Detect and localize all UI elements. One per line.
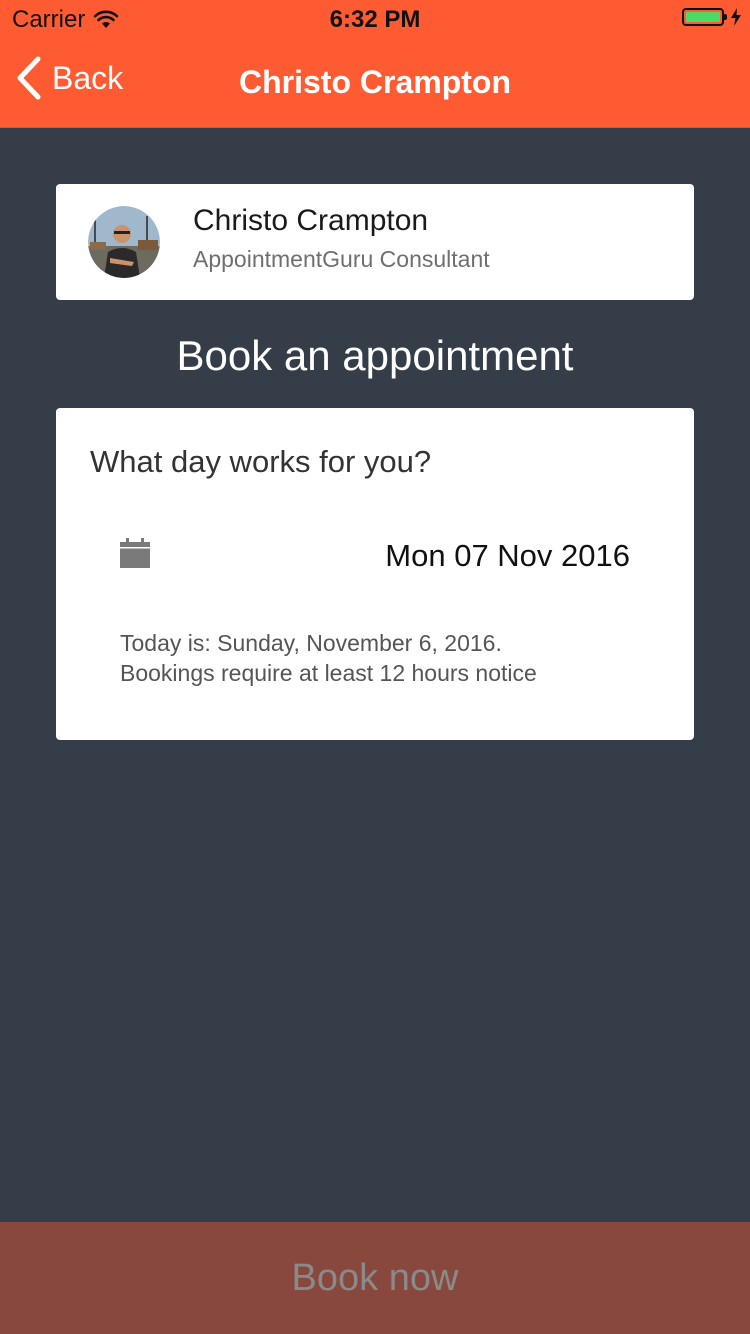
battery-indicator [682,8,742,26]
date-question: What day works for you? [90,444,432,479]
consultant-role: AppointmentGuru Consultant [193,246,490,272]
battery-fill [686,12,720,22]
status-bar: Carrier 6:32 PM [0,0,750,40]
today-note: Today is: Sunday, November 6, 2016. [120,630,502,656]
selected-date: Mon 07 Nov 2016 [385,538,630,573]
calendar-icon [120,538,150,568]
date-picker[interactable]: Mon 07 Nov 2016 [116,532,636,582]
nav-title: Christo Crampton [239,64,511,100]
app-screen: Carrier 6:32 PM Back Christo Crampton Ch… [0,0,750,1334]
book-now-button[interactable]: Book now [0,1222,750,1334]
avatar [88,206,160,278]
consultant-card[interactable]: Christo Crampton AppointmentGuru Consult… [56,184,694,300]
charging-bolt-icon [731,8,741,26]
status-time: 6:32 PM [329,6,421,33]
battery-tip [724,14,727,20]
header: Carrier 6:32 PM Back Christo Crampton [0,0,750,128]
notice-note: Bookings require at least 12 hours notic… [120,660,537,686]
date-card: What day works for you? Mon 07 Nov 2016 … [56,408,694,740]
date-notes: Today is: Sunday, November 6, 2016. Book… [120,628,537,688]
consultant-name: Christo Crampton [193,204,429,237]
navigation-bar: Back Christo Crampton [0,40,750,128]
section-title: Book an appointment [176,332,574,379]
battery-icon [682,8,727,26]
